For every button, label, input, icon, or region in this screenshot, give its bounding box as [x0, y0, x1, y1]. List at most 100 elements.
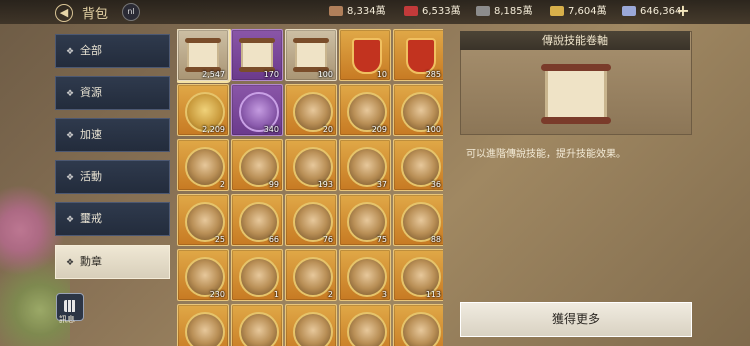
- resource-3: 7,604萬: [550, 4, 607, 20]
- item-count: 2: [327, 290, 333, 299]
- sidebar-item-1[interactable]: ❖ 資源: [55, 76, 170, 110]
- sidebar-item-label: 璽戒: [80, 212, 102, 225]
- resource-1: 6,533萬: [404, 4, 461, 20]
- inventory-item[interactable]: 76: [285, 194, 337, 246]
- scroll-icon: [185, 38, 221, 72]
- resource-value: 8,185萬: [494, 6, 533, 17]
- inventory-item[interactable]: 10: [339, 29, 391, 81]
- item-count: 3: [381, 290, 387, 299]
- commander-medal-icon: [239, 312, 279, 346]
- level-badge: nl: [122, 3, 140, 21]
- page-title: 背包: [82, 7, 109, 22]
- commander-medal-icon: [401, 312, 441, 346]
- inventory-item[interactable]: 66: [231, 194, 283, 246]
- inventory-item[interactable]: 100: [393, 84, 443, 136]
- item-count: 37: [376, 180, 387, 189]
- resource-value: 7,604萬: [568, 6, 607, 17]
- inventory-item[interactable]: 100: [285, 29, 337, 81]
- inventory-item[interactable]: 230: [177, 249, 229, 301]
- inventory-item[interactable]: 1: [231, 249, 283, 301]
- item-count: 10: [376, 70, 387, 79]
- inventory-item[interactable]: 36: [393, 139, 443, 191]
- item-grid: 2,547 170 100 10 285 2,209 340 20 209 100 2 99 193 37…: [177, 29, 443, 346]
- gem-icon: [622, 6, 636, 16]
- inventory-item[interactable]: 209: [339, 84, 391, 136]
- meat-icon: [329, 6, 343, 16]
- inventory-item[interactable]: 2: [177, 139, 229, 191]
- commander-medal-icon: [185, 312, 225, 346]
- item-count: 88: [430, 235, 441, 244]
- scroll-icon: [293, 38, 329, 72]
- sidebar-item-3[interactable]: ❖ 活動: [55, 160, 170, 194]
- inventory-item[interactable]: 170: [231, 29, 283, 81]
- item-count: 100: [425, 125, 441, 134]
- sidebar-item-4[interactable]: ❖ 璽戒: [55, 202, 170, 236]
- inventory-item[interactable]: 20: [285, 84, 337, 136]
- sidebar-item-label: 活動: [80, 170, 102, 183]
- sidebar-item-label: 勳章: [80, 255, 102, 268]
- item-count: 75: [376, 235, 387, 244]
- item-count: 170: [263, 70, 279, 79]
- sidebar-item-0[interactable]: ❖ 全部: [55, 34, 170, 68]
- top-bar: ◀ 背包 nl 8,334萬 6,533萬 8,185萬 7,604萬 646,364 …: [0, 0, 750, 24]
- gold-bar-icon: [550, 6, 564, 16]
- item-count: 209: [371, 125, 387, 134]
- resource-0: 8,334萬: [329, 4, 386, 20]
- inventory-item[interactable]: 193: [285, 139, 337, 191]
- item-count: 340: [263, 125, 279, 134]
- commander-medal-icon: [347, 312, 387, 346]
- inventory-item[interactable]: [285, 304, 337, 346]
- item-count: 2,209: [202, 125, 225, 134]
- item-count: 36: [430, 180, 441, 189]
- back-arrow-icon[interactable]: ◀: [55, 4, 73, 22]
- inventory-item[interactable]: 2,209: [177, 84, 229, 136]
- item-count: 76: [322, 235, 333, 244]
- item-count: 2,547: [202, 70, 225, 79]
- ruby-icon: [404, 6, 418, 16]
- diamond-icon: ❖: [66, 89, 75, 99]
- inventory-item[interactable]: 25: [177, 194, 229, 246]
- item-count: 2: [219, 180, 225, 189]
- item-description: 可以進階傳說技能，提升技能效果。: [466, 149, 626, 160]
- item-count: 113: [425, 290, 441, 299]
- resource-value: 6,533萬: [422, 6, 461, 17]
- item-count: 1: [273, 290, 279, 299]
- item-count: 99: [268, 180, 279, 189]
- item-count: 20: [322, 125, 333, 134]
- diamond-icon: ❖: [66, 131, 75, 141]
- item-count: 66: [268, 235, 279, 244]
- inventory-item[interactable]: [231, 304, 283, 346]
- inventory-item[interactable]: 285: [393, 29, 443, 81]
- message-label: 訊息: [59, 315, 75, 324]
- shield-icon: [352, 38, 382, 74]
- item-count: 193: [317, 180, 333, 189]
- add-resource-button[interactable]: +: [676, 3, 690, 19]
- inventory-item[interactable]: 3: [339, 249, 391, 301]
- item-count: 25: [214, 235, 225, 244]
- resource-2: 8,185萬: [476, 4, 533, 20]
- inventory-item[interactable]: 340: [231, 84, 283, 136]
- inventory-item[interactable]: 113: [393, 249, 443, 301]
- sidebar-item-label: 全部: [80, 44, 102, 57]
- resource-4: 646,364: [622, 4, 681, 20]
- inventory-item[interactable]: 37: [339, 139, 391, 191]
- inventory-item[interactable]: 75: [339, 194, 391, 246]
- inventory-item[interactable]: 88: [393, 194, 443, 246]
- inventory-item[interactable]: 2,547: [177, 29, 231, 83]
- inventory-item[interactable]: [393, 304, 443, 346]
- sidebar-item-label: 資源: [80, 86, 102, 99]
- inventory-item[interactable]: 2: [285, 249, 337, 301]
- diamond-icon: ❖: [66, 215, 75, 225]
- inventory-item[interactable]: [177, 304, 229, 346]
- commander-medal-icon: [293, 312, 333, 346]
- sidebar-item-5[interactable]: ❖ 勳章: [55, 245, 170, 279]
- item-count: 100: [317, 70, 333, 79]
- item-detail-title: 傳說技能卷軸: [460, 31, 690, 50]
- inventory-item[interactable]: [339, 304, 391, 346]
- item-count: 230: [209, 290, 225, 299]
- sidebar-item-2[interactable]: ❖ 加速: [55, 118, 170, 152]
- inventory-item[interactable]: 99: [231, 139, 283, 191]
- diamond-icon: ❖: [66, 258, 75, 268]
- legendary-skill-scroll-image: [541, 64, 611, 124]
- get-more-button[interactable]: 獲得更多: [460, 302, 692, 337]
